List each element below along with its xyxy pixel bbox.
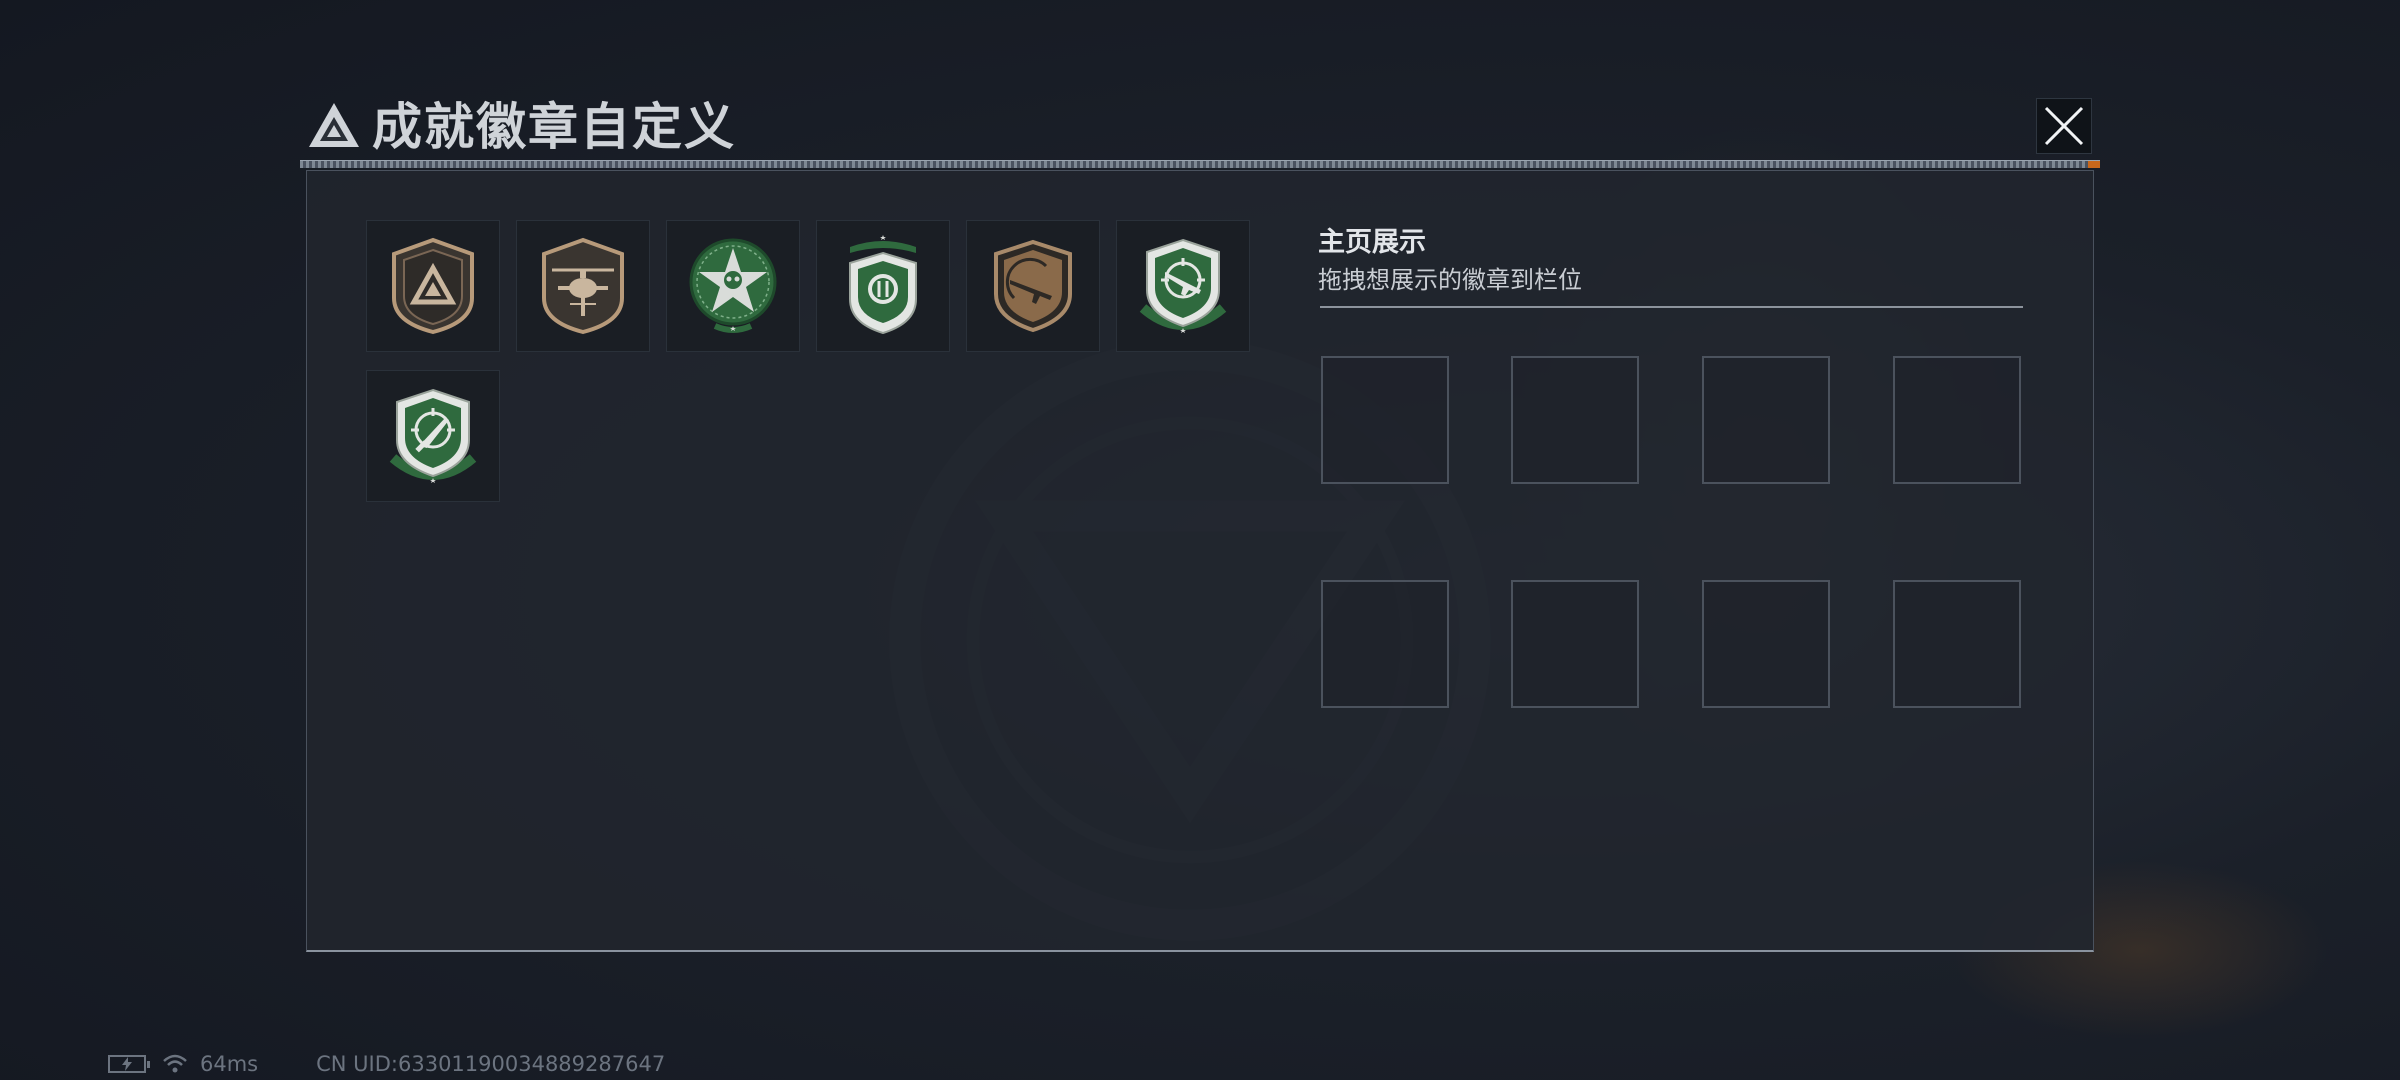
display-slot-2[interactable] bbox=[1511, 356, 1639, 484]
rifle-shield-gold-badge-icon bbox=[994, 239, 1072, 333]
player-uid: CN UID:633011900348892876​47 bbox=[316, 1052, 666, 1076]
display-slot-6[interactable] bbox=[1511, 580, 1639, 708]
close-button[interactable] bbox=[2036, 98, 2092, 154]
star-skull-green-badge-icon bbox=[689, 238, 777, 333]
helicopter-shield-badge-icon bbox=[542, 237, 624, 335]
display-slot-7[interactable] bbox=[1702, 580, 1830, 708]
display-section-title: 主页展示 bbox=[1318, 227, 1426, 258]
badge-slot-star-skull[interactable] bbox=[666, 220, 800, 352]
triangle-logo-icon bbox=[309, 103, 359, 147]
dialog-header: 成就徽章自定义 bbox=[300, 90, 2100, 168]
badge-slot-crosshair-rifle[interactable] bbox=[1116, 220, 1250, 352]
display-slot-5[interactable] bbox=[1321, 580, 1449, 708]
close-icon bbox=[2044, 106, 2084, 146]
display-section-subtitle: 拖拽想展示的徽章到栏位 bbox=[1318, 266, 1582, 294]
wing-emblem-green-badge-icon bbox=[849, 235, 917, 335]
header-divider-bar bbox=[300, 160, 2100, 168]
display-section-divider bbox=[1320, 306, 2023, 308]
badge-slot-rifle[interactable] bbox=[966, 220, 1100, 352]
ping-value: 64ms bbox=[200, 1052, 259, 1076]
crosshair-rifle-green-badge-icon bbox=[1139, 238, 1227, 333]
dialog-title: 成就徽章自定义 bbox=[372, 98, 736, 156]
display-slot-1[interactable] bbox=[1321, 356, 1449, 484]
battery-charging-icon bbox=[108, 1055, 150, 1073]
badge-slot-triangle[interactable] bbox=[366, 220, 500, 352]
wifi-icon bbox=[163, 1054, 187, 1073]
badge-slot-crosshair-knife[interactable] bbox=[366, 370, 500, 502]
display-slot-4[interactable] bbox=[1893, 356, 2021, 484]
display-slot-8[interactable] bbox=[1893, 580, 2021, 708]
badge-slot-wing-emblem[interactable] bbox=[816, 220, 950, 352]
triangle-shield-badge-icon bbox=[392, 237, 474, 335]
crosshair-knife-green-badge-icon bbox=[389, 388, 477, 483]
badge-slot-helicopter[interactable] bbox=[516, 220, 650, 352]
status-bar: 64ms CN UID:633011900348892876​47 bbox=[108, 1052, 665, 1076]
display-slot-3[interactable] bbox=[1702, 356, 1830, 484]
